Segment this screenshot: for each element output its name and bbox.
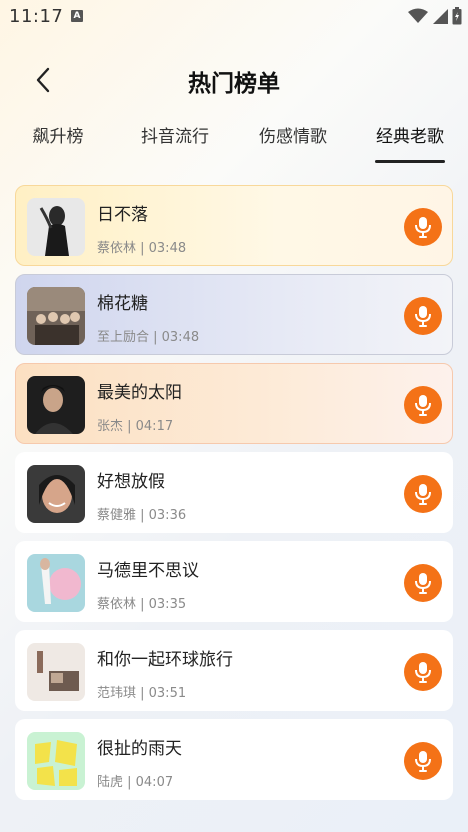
microphone-icon xyxy=(415,573,431,594)
sing-button[interactable] xyxy=(404,742,442,780)
active-tab-indicator xyxy=(375,160,445,163)
song-title: 马德里不思议 xyxy=(97,561,199,581)
sing-button[interactable] xyxy=(404,475,442,513)
song-title: 很扯的雨天 xyxy=(97,739,182,759)
tab-sad-songs[interactable]: 伤感情歌 xyxy=(243,122,343,147)
sing-button[interactable] xyxy=(404,386,442,424)
song-meta: 蔡健雅 | 03:36 xyxy=(97,508,187,523)
song-title: 最美的太阳 xyxy=(97,383,182,403)
song-row[interactable]: 好想放假 蔡健雅 | 03:36 xyxy=(15,452,453,533)
tab-classic-songs[interactable]: 经典老歌 xyxy=(360,122,460,147)
notification-icon: A xyxy=(71,10,83,22)
microphone-icon xyxy=(415,662,431,683)
song-title: 好想放假 xyxy=(97,472,165,492)
song-row[interactable]: 棉花糖 至上励合 | 03:48 xyxy=(15,274,453,355)
song-row[interactable]: 马德里不思议 蔡依林 | 03:35 xyxy=(15,541,453,622)
song-meta: 陆虎 | 04:07 xyxy=(97,775,174,790)
song-title: 棉花糖 xyxy=(97,294,148,314)
status-bar: 11:17 A xyxy=(0,0,468,32)
microphone-icon xyxy=(415,217,431,238)
status-time: 11:17 xyxy=(9,6,64,27)
sing-button[interactable] xyxy=(404,297,442,335)
song-meta: 张杰 | 04:17 xyxy=(97,419,174,434)
microphone-icon xyxy=(415,306,431,327)
album-cover xyxy=(27,554,85,612)
album-cover xyxy=(27,732,85,790)
tab-soaring[interactable]: 飙升榜 xyxy=(8,122,108,147)
song-meta: 范玮琪 | 03:51 xyxy=(97,686,187,701)
tab-douyin[interactable]: 抖音流行 xyxy=(125,122,225,147)
wifi-icon xyxy=(408,8,428,23)
microphone-icon xyxy=(415,751,431,772)
song-row[interactable]: 和你一起环球旅行 范玮琪 | 03:51 xyxy=(15,630,453,711)
page-title: 热门榜单 xyxy=(188,71,280,97)
signal-icon xyxy=(433,9,448,24)
song-row[interactable]: 最美的太阳 张杰 | 04:17 xyxy=(15,363,453,444)
sing-button[interactable] xyxy=(404,208,442,246)
song-row[interactable]: 很扯的雨天 陆虎 | 04:07 xyxy=(15,719,453,800)
song-row[interactable]: 日不落 蔡依林 | 03:48 xyxy=(15,185,453,266)
song-title: 日不落 xyxy=(97,205,148,225)
battery-icon xyxy=(452,7,462,25)
song-meta: 蔡依林 | 03:48 xyxy=(97,241,187,256)
album-cover xyxy=(27,287,85,345)
microphone-icon xyxy=(415,484,431,505)
song-meta: 至上励合 | 03:48 xyxy=(97,330,200,345)
song-title: 和你一起环球旅行 xyxy=(97,650,233,670)
microphone-icon xyxy=(415,395,431,416)
sing-button[interactable] xyxy=(404,653,442,691)
page-header: 热门榜单 xyxy=(0,56,468,104)
status-icons xyxy=(408,7,462,25)
album-cover xyxy=(27,643,85,701)
sing-button[interactable] xyxy=(404,564,442,602)
song-meta: 蔡依林 | 03:35 xyxy=(97,597,187,612)
album-cover xyxy=(27,376,85,434)
album-cover xyxy=(27,198,85,256)
album-cover xyxy=(27,465,85,523)
